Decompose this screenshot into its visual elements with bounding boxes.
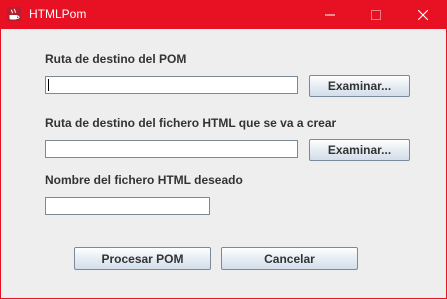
close-button[interactable] xyxy=(400,1,446,29)
close-icon xyxy=(418,10,428,20)
cancel-button[interactable]: Cancelar xyxy=(221,247,358,270)
java-app-icon xyxy=(6,6,22,22)
process-pom-button[interactable]: Procesar POM xyxy=(74,247,211,270)
maximize-icon xyxy=(371,10,381,20)
browse-html-button[interactable]: Examinar... xyxy=(309,139,410,161)
form-panel: Ruta de destino del POM Examinar... Ruta… xyxy=(1,29,446,298)
title-bar[interactable]: HTMLPom xyxy=(1,1,446,29)
html-path-field[interactable] xyxy=(45,140,298,158)
pom-path-field[interactable] xyxy=(45,76,298,94)
browse-pom-button[interactable]: Examinar... xyxy=(309,75,410,97)
minimize-button[interactable] xyxy=(307,1,353,29)
minimize-icon xyxy=(325,14,335,16)
app-window: HTMLPom Ruta de destino del POM Examinar… xyxy=(0,0,447,299)
pom-path-label: Ruta de destino del POM xyxy=(45,52,187,66)
html-path-label: Ruta de destino del fichero HTML que se … xyxy=(45,116,337,130)
window-title: HTMLPom xyxy=(29,7,87,21)
text-caret xyxy=(48,79,49,91)
maximize-button[interactable] xyxy=(353,1,399,29)
html-name-field[interactable] xyxy=(45,197,210,215)
html-name-label: Nombre del fichero HTML deseado xyxy=(45,173,243,187)
